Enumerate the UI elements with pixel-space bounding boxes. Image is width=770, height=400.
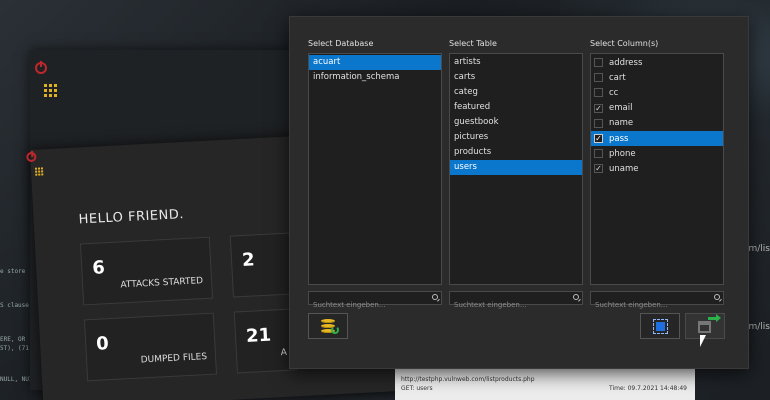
column-checkbox-item[interactable]: cc xyxy=(591,85,723,100)
column-checkbox-item[interactable]: ✓ uname xyxy=(591,161,723,176)
apps-grid-icon[interactable] xyxy=(34,167,44,176)
list-item[interactable]: products xyxy=(450,145,582,160)
column-checkbox-item[interactable]: ✓ pass xyxy=(591,130,723,147)
table-column-title: Select Table xyxy=(449,39,497,48)
list-item[interactable]: information_schema xyxy=(309,70,441,85)
refresh-icon xyxy=(331,326,339,334)
checkmark-icon[interactable]: ✓ xyxy=(594,134,603,144)
columns-column: Select Column(s) address cart cc ✓ email name… xyxy=(590,39,724,311)
select-all-icon xyxy=(653,319,668,334)
column-label: cc xyxy=(609,87,619,98)
stat-value: 0 xyxy=(95,333,110,355)
column-selection-dialog: Select Database acuart information_schema… xyxy=(289,16,749,369)
list-item[interactable]: featured xyxy=(450,100,582,115)
list-item[interactable]: guestbook xyxy=(450,115,582,130)
load-databases-button[interactable] xyxy=(308,313,348,339)
checkbox[interactable] xyxy=(594,149,603,159)
console-line: ERE, OR xyxy=(0,336,26,343)
list-item[interactable]: acuart xyxy=(309,55,441,70)
stat-card-dumped-files: 0 DUMPED FILES xyxy=(83,312,218,382)
table-column: Select Table artists carts categ featured gu… xyxy=(449,39,583,311)
stat-value: 6 xyxy=(91,257,106,279)
console-line: NULL, NUI xyxy=(0,376,33,383)
checkmark-icon[interactable]: ✓ xyxy=(594,103,603,113)
checkbox[interactable] xyxy=(594,88,603,98)
console-line: 5T), (71 xyxy=(0,345,29,352)
stat-value: 21 xyxy=(245,324,272,347)
side-snippet: m/lis xyxy=(748,322,770,332)
columns-search-input[interactable] xyxy=(591,299,714,311)
column-label: uname xyxy=(609,163,639,174)
export-arrow-icon xyxy=(708,314,721,322)
console-line: e store xyxy=(0,268,26,275)
columns-search[interactable] xyxy=(590,291,724,311)
column-checkbox-item[interactable]: cart xyxy=(591,70,723,85)
checkbox[interactable] xyxy=(594,118,603,128)
stat-label: ATTACKS STARTED xyxy=(120,276,204,291)
table-search[interactable] xyxy=(449,291,583,311)
column-checklist[interactable]: address cart cc ✓ email name ✓ pass phone ✓ uname xyxy=(590,53,724,285)
greeting-heading: HELLO FRIEND. xyxy=(78,207,185,228)
stat-card-attacks: 6 ATTACKS STARTED xyxy=(79,236,214,306)
stat-card-fourth: 21 A xyxy=(233,308,297,374)
console-line: S clause xyxy=(0,302,29,309)
column-checkbox-item[interactable]: ✓ email xyxy=(591,101,723,116)
search-icon[interactable] xyxy=(573,294,579,300)
stat-label: DUMPED FILES xyxy=(140,352,208,366)
request-time: Time: 09.7.2021 14:48:49 xyxy=(608,385,687,392)
list-item[interactable]: users xyxy=(450,160,582,175)
column-checkbox-item[interactable]: address xyxy=(591,55,723,70)
database-column-title: Select Database xyxy=(308,39,374,48)
column-label: phone xyxy=(609,148,636,159)
column-checkbox-item[interactable]: phone xyxy=(591,146,723,161)
search-icon[interactable] xyxy=(432,294,438,300)
stat-value: 2 xyxy=(241,249,256,272)
checkbox[interactable] xyxy=(594,73,603,83)
mouse-cursor-icon xyxy=(700,335,706,347)
save-icon xyxy=(698,321,711,333)
list-item[interactable]: artists xyxy=(450,55,582,70)
search-icon[interactable] xyxy=(714,294,720,300)
table-list[interactable]: artists carts categ featured guestbook pictur… xyxy=(449,53,583,285)
list-item[interactable]: categ xyxy=(450,85,582,100)
power-icon[interactable] xyxy=(26,151,37,163)
checkmark-icon[interactable]: ✓ xyxy=(594,164,603,174)
request-url: http://testphp.vulnweb.com/listproducts.… xyxy=(401,376,535,383)
select-all-button[interactable] xyxy=(640,313,680,339)
column-label: address xyxy=(609,57,643,68)
column-label: name xyxy=(609,118,634,129)
power-icon[interactable] xyxy=(35,61,47,74)
list-item[interactable]: carts xyxy=(450,70,582,85)
database-list[interactable]: acuart information_schema xyxy=(308,53,442,285)
request-info-panel: http://testphp.vulnweb.com/listproducts.… xyxy=(395,365,695,400)
apps-grid-icon[interactable] xyxy=(44,84,57,97)
column-label: pass xyxy=(609,133,629,144)
database-search-input[interactable] xyxy=(309,299,432,311)
request-method: GET: users xyxy=(401,385,433,392)
column-label: cart xyxy=(609,72,626,83)
columns-column-title: Select Column(s) xyxy=(590,39,659,48)
database-search[interactable] xyxy=(308,291,442,311)
database-column: Select Database acuart information_schema xyxy=(308,39,442,311)
list-item[interactable]: pictures xyxy=(450,130,582,145)
side-snippet: m/lis xyxy=(748,244,770,254)
stat-label: A xyxy=(280,347,288,359)
column-checkbox-item[interactable]: name xyxy=(591,116,723,131)
column-label: email xyxy=(609,103,633,114)
stat-card-second: 2 xyxy=(229,232,293,298)
checkbox[interactable] xyxy=(594,58,603,68)
table-search-input[interactable] xyxy=(450,299,573,311)
